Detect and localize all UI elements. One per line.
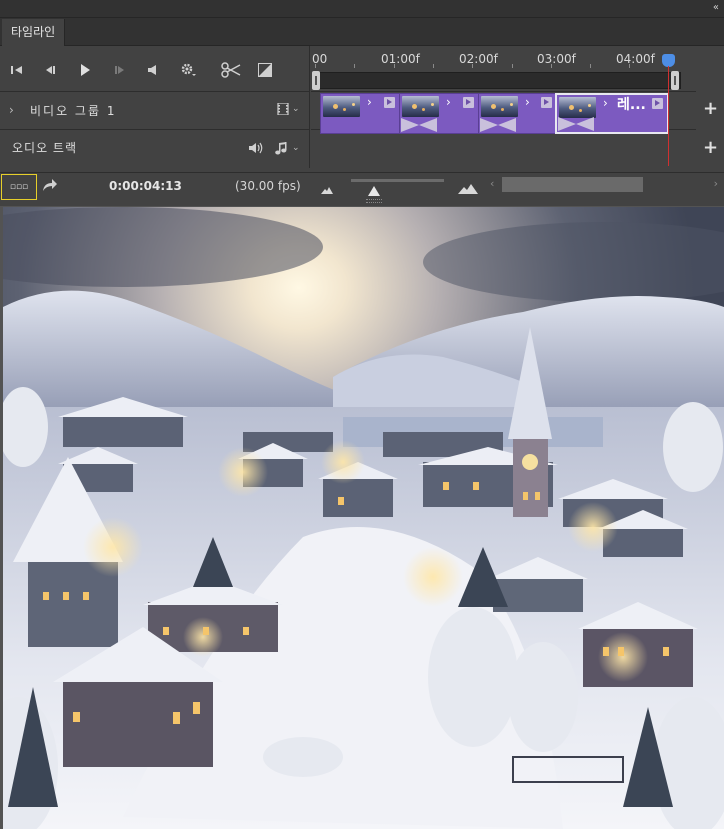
work-area-end-handle[interactable] [671,71,679,90]
ruler-tick [472,64,473,68]
clip-play-icon[interactable] [463,97,474,108]
add-audio-plus-icon[interactable]: + [703,137,718,158]
ruler-label: 01:00f [381,52,420,66]
ruler-label: 02:00f [459,52,498,66]
clip-label: 레... [617,97,646,113]
current-timecode: 0:00:04:13 [109,179,182,193]
expand-chevron-icon[interactable]: › [9,103,14,117]
ruler-tick [315,64,316,68]
next-frame-icon[interactable] [111,61,129,79]
clip-play-icon[interactable] [541,97,552,108]
clip-expand-icon[interactable]: › [603,96,608,110]
video-clip[interactable]: › [320,93,400,134]
transition-bowtie-icon[interactable] [557,116,595,132]
horizontal-scrollbar[interactable]: ‹ › [490,176,724,196]
render-video-button[interactable]: ▫▫▫ [1,174,37,200]
clip-thumbnail [559,97,596,118]
playhead-line [668,66,669,166]
video-clip[interactable]: › [478,93,557,134]
timeline-footer: ▫▫▫ 0:00:04:13 (30.00 fps) ‹ › [0,172,724,200]
scissors-icon[interactable] [220,61,242,79]
clip-expand-icon[interactable]: › [367,95,372,109]
transition-icon[interactable] [256,61,274,79]
audio-track-header[interactable]: 오디오 트랙 ⌄ [0,131,310,168]
collapse-panel-icon[interactable]: « [713,2,719,13]
audio-lane[interactable] [311,131,696,168]
add-video-column: + [696,92,724,130]
video-clip-selected[interactable]: › 레... [555,93,669,134]
play-icon[interactable] [76,61,94,79]
playback-controls [0,46,310,92]
winter-village-image [3,207,724,829]
panel-top-strip: « [0,0,724,18]
chevron-down-icon[interactable]: ⌄ [292,143,300,153]
video-preview [3,207,724,829]
time-ruler[interactable]: 00 01:00f 02:00f 03:00f 04:00f [311,46,696,92]
zoom-in-mountain-icon[interactable] [458,179,478,198]
track-headers: › 비디오 그룹 1 ⌄ 오디오 트랙 ⌄ [0,46,310,168]
tab-bar: 타임라인 [0,18,724,46]
ruler-tick [394,64,395,68]
frame-rate: (30.00 fps) [235,179,301,193]
ruler-tick [354,64,355,68]
ruler-tick [512,64,513,68]
scroll-left-icon[interactable]: ‹ [490,177,494,190]
ruler-tick [551,64,552,68]
video-lane: › › › › 레... [311,92,696,134]
zoom-slider-track[interactable] [351,179,444,182]
audio-track-name: 오디오 트랙 [12,141,78,155]
zoom-out-mountain-icon[interactable] [321,179,333,198]
clip-thumbnail [402,96,439,117]
settings-icon[interactable] [179,61,197,79]
clip-thumbnail [481,96,518,117]
work-area-bar[interactable] [315,72,681,89]
music-note-icon[interactable] [275,142,288,158]
tab-timeline[interactable]: 타임라인 [2,19,66,46]
chevron-down-icon[interactable]: ⌄ [292,104,300,114]
add-audio-column: + [696,131,724,169]
ruler-tick [590,64,591,68]
video-group-name: 비디오 그룹 1 [30,104,117,118]
export-arrow-icon[interactable] [42,177,58,196]
clip-thumbnail [323,96,360,117]
volume-icon[interactable] [144,61,162,79]
ruler-tick [629,64,630,68]
timeline-panel: › 비디오 그룹 1 ⌄ 오디오 트랙 ⌄ 00 01:00f 02:00f 0… [0,46,724,206]
previous-frame-icon[interactable] [41,61,59,79]
clip-expand-icon[interactable]: › [525,95,530,109]
skip-to-start-icon[interactable] [8,61,26,79]
work-area-start-handle[interactable] [312,71,320,90]
scroll-right-icon[interactable]: › [714,177,718,190]
clip-play-icon[interactable] [652,98,663,109]
add-media-plus-icon[interactable]: + [703,98,718,119]
scrollbar-thumb[interactable] [502,177,643,192]
video-group-header[interactable]: › 비디오 그룹 1 ⌄ [0,92,310,130]
ruler-label: 03:00f [537,52,576,66]
clip-play-icon[interactable] [384,97,395,108]
ruler-tick [433,64,434,68]
resize-grip[interactable] [366,199,382,203]
timeline-area: 00 01:00f 02:00f 03:00f 04:00f › › › › 레… [311,46,724,168]
film-strip-icon[interactable] [277,102,289,118]
zoom-slider-thumb[interactable] [368,181,380,196]
video-clip[interactable]: › [399,93,479,134]
clip-expand-icon[interactable]: › [446,95,451,109]
ruler-label: 04:00f [616,52,655,66]
speaker-icon[interactable] [249,142,264,157]
